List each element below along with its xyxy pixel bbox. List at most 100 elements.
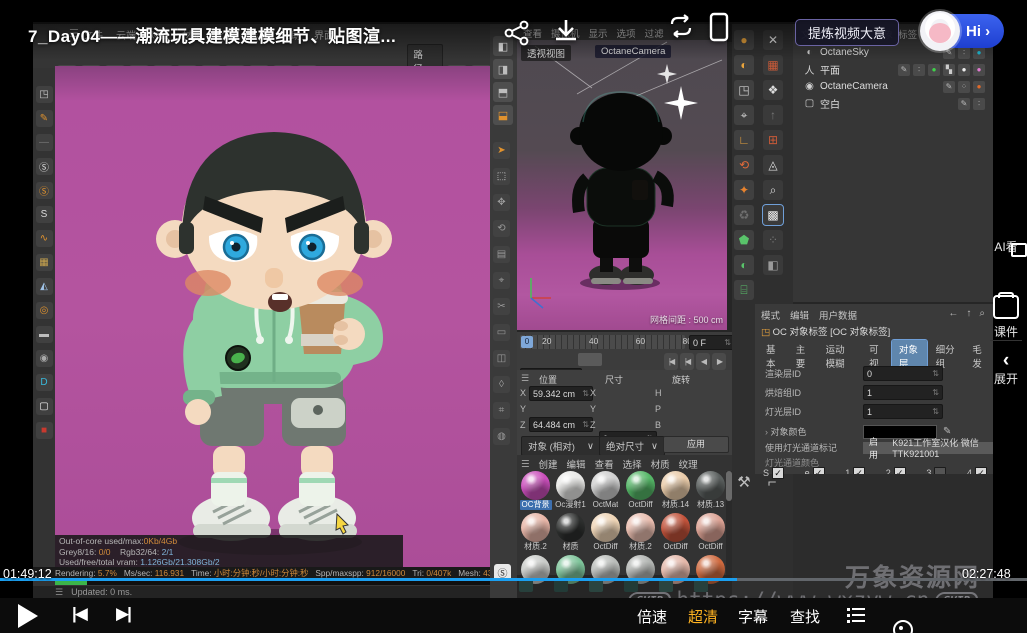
- share-icon[interactable]: [503, 20, 531, 46]
- camera-icon: ◉: [36, 350, 53, 367]
- object-type-icon: ▢: [803, 98, 816, 109]
- object-row: ◉ OctaneCamera ✎⁘●: [795, 78, 991, 95]
- timeline-handle: 0: [521, 336, 533, 348]
- knife-tool-icon: ✂: [493, 298, 510, 315]
- object-manager: 文件 编辑 查看 对象 标签 书签 ◐ OctaneSky ✎∶● 人 平面 ✎…: [793, 24, 993, 302]
- summarize-video-button[interactable]: 提炼视频大意: [795, 19, 899, 46]
- cube-object-icon: ◳: [36, 86, 53, 103]
- red-cube-icon: ▦: [763, 55, 783, 75]
- orange-sphere-axis-icon: ◐: [734, 55, 754, 75]
- material-swatch: OctDiff: [694, 513, 727, 552]
- axis-tool-icon: ⌖: [493, 272, 510, 289]
- tag-chip: ●: [973, 81, 985, 93]
- wrench-setup-icon: ⚒: [734, 472, 754, 492]
- material-swatch: 材质.14: [659, 471, 692, 510]
- pyramid-icon: ◭: [36, 278, 53, 295]
- attribute-row: 渲染层ID 0⇅: [765, 366, 943, 381]
- divider-icon: —: [36, 134, 53, 151]
- position-header: 位置: [539, 373, 557, 386]
- view-label: 透视视图: [521, 45, 571, 61]
- polygon-mode-cube-icon: ⬓: [493, 105, 513, 125]
- live-select-icon: ➤: [493, 142, 510, 159]
- material-swatch: OctDiff: [624, 471, 657, 510]
- find-button[interactable]: 查找: [790, 606, 820, 627]
- tag-chip: ✎: [898, 64, 910, 76]
- timeline-tick-label: 40: [589, 336, 598, 346]
- object-row: 人 平面 ✎∶●▚●●: [795, 61, 991, 78]
- playlist-icon[interactable]: [847, 608, 865, 622]
- size-mode-dropdown: 绝对尺寸∨: [599, 436, 665, 456]
- enable-bar: 启用 K921工作室汉化 微信 TTK921001: [863, 442, 993, 454]
- download-icon[interactable]: [551, 17, 581, 47]
- c4d-mode-toolbar: ◧◨⬒⬓ ➤⬚✥⟲▤⌖✂▭◫◊⌗◍ Ⓢ: [490, 24, 517, 598]
- red-box-spheres-icon: ⊞: [763, 130, 783, 150]
- arrow-up-dim-icon: ↑: [763, 105, 783, 125]
- magnify-red-icon: ⌕: [763, 180, 783, 200]
- phone-mirror-icon[interactable]: [707, 12, 731, 44]
- object-tags: ✎∶●▚●●: [898, 64, 985, 76]
- camera-label: OctaneCamera: [595, 45, 671, 58]
- transport-button: |◀: [680, 353, 694, 370]
- material-swatch: OctDiff: [589, 513, 622, 552]
- point-mode-cube-icon: ⬒: [493, 82, 513, 102]
- loop-swap-icon[interactable]: [666, 14, 696, 42]
- orange-sphere-icon: ●: [734, 30, 754, 50]
- spline-s-icon: S: [36, 206, 53, 223]
- next-episode-button[interactable]: ▶|: [116, 604, 130, 624]
- extrude-tool-icon: ▭: [493, 324, 510, 341]
- pos-x-field: 59.342 cm⇅: [529, 386, 593, 401]
- channel-checkbox: S✓: [763, 467, 784, 479]
- object-name: 平面: [820, 62, 894, 77]
- attribute-rows: 渲染层ID 0⇅ 烘焙组ID 1⇅ 灯光层ID 1⇅: [765, 366, 943, 419]
- material-menu-item: 查看: [595, 457, 614, 471]
- assistant-avatar: [920, 11, 960, 51]
- close-x-icon: ✕: [763, 30, 783, 50]
- coord-mode-dropdown: 对象 (相对)∨: [521, 436, 601, 456]
- viewport-menu-item: 选项: [617, 26, 636, 40]
- sidebar-item-courseware[interactable]: 课件: [985, 295, 1027, 340]
- attribute-row: 烘焙组ID 1⇅: [765, 385, 943, 400]
- light-mask-row: 使用灯光通道标记 启用 K921工作室汉化 微信 TTK921001: [765, 440, 993, 455]
- floor-icon: ▬: [36, 326, 53, 343]
- timeline-ruler: 0 20406080: [520, 335, 685, 349]
- object-tags: ✎∶: [958, 98, 985, 110]
- attribute-manager: 模式编辑用户数据 ←↑⌕ ◳ OC 对象标签 [OC 对象标签] 基本主要运动模…: [755, 304, 993, 474]
- nav-icon: ↑: [966, 308, 971, 319]
- material-menu-item: 选择: [623, 457, 642, 471]
- texture-mode-cube-icon: ◨: [493, 59, 513, 79]
- sidebar-item-expand[interactable]: ‹ 展开: [985, 352, 1027, 387]
- material-swatch: OctDiff: [659, 513, 692, 552]
- transport-button: ◀: [696, 353, 710, 370]
- chevron-left-icon: ‹: [985, 352, 1027, 370]
- video-surface[interactable]: 文件云端对象材质比较选项帮助界面 ☰ ✱⟳‖▣⚙◈◔▢◫◉☻ HDR/sRGB∨…: [33, 22, 993, 598]
- courseware-icon: [993, 295, 1019, 319]
- play-button[interactable]: [18, 604, 38, 628]
- subtitle-button[interactable]: 字幕: [738, 606, 768, 627]
- video-player-page: 文件云端对象材质比较选项帮助界面 ☰ ✱⟳‖▣⚙◈◔▢◫◉☻ HDR/sRGB∨…: [0, 0, 1027, 633]
- sidebar-item-ai[interactable]: AI看: [985, 238, 1027, 255]
- bridge-tool-icon: ◫: [493, 350, 510, 367]
- player-control-bar: [0, 598, 1027, 633]
- divider: [990, 340, 1022, 341]
- workplane-icon: ◍: [493, 428, 510, 445]
- progress-played: [0, 578, 737, 581]
- speed-button[interactable]: 倍速: [637, 606, 667, 627]
- axis-l-icon: ∟: [734, 130, 754, 150]
- material-menu-item: 编辑: [567, 457, 586, 471]
- attribute-value-field: 0⇅: [863, 366, 943, 381]
- scale-tool-icon: ▤: [493, 246, 510, 263]
- assistant-button[interactable]: Hi ›: [920, 12, 1004, 50]
- material-swatch: 材质.13: [694, 471, 727, 510]
- chevron-down-icon: ∨: [587, 441, 594, 452]
- previous-episode-button[interactable]: |◀: [72, 604, 86, 624]
- attribute-row: 灯光层ID 1⇅: [765, 404, 943, 419]
- record-dot-icon[interactable]: [893, 620, 913, 633]
- progress-bar[interactable]: [0, 578, 1027, 581]
- cone-sphere-icon: ◬: [763, 155, 783, 175]
- perspective-viewport: 透视视图 OctaneCamera 网格间距 : 500 cm: [517, 40, 727, 330]
- material-swatch: OctMat: [589, 471, 622, 510]
- spline-arc-icon: ∿: [36, 230, 53, 247]
- toy-character-render: [55, 66, 490, 567]
- object-type-icon: ◐: [803, 47, 816, 58]
- quality-button[interactable]: 超清: [688, 606, 718, 627]
